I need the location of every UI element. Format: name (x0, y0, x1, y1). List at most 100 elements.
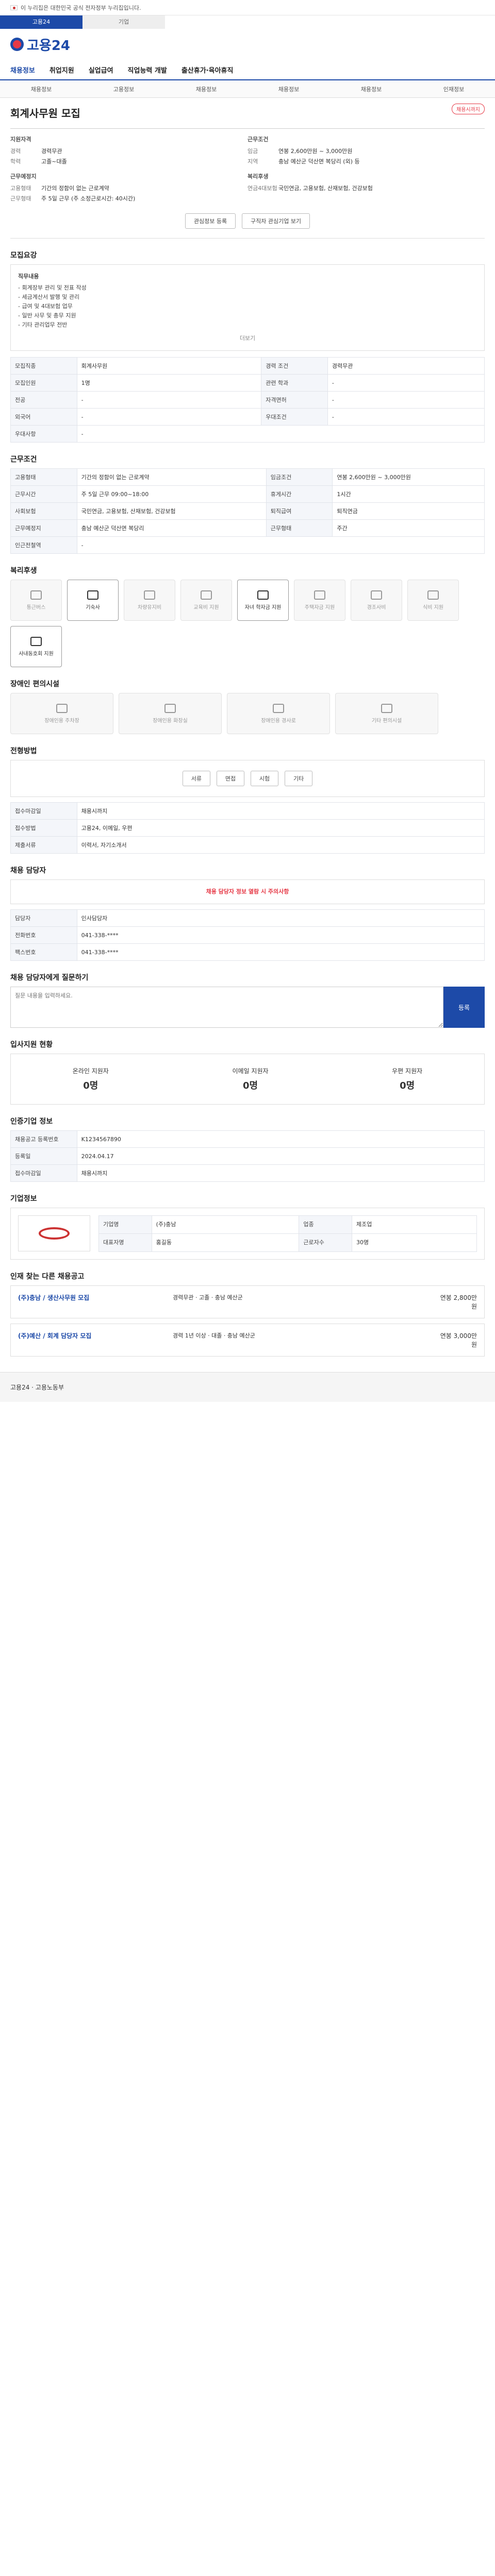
welfare-item: 경조사비 (351, 580, 402, 621)
table-value: (주)충남 (151, 1215, 300, 1234)
job-desc-line: - 일반 사무 및 총무 지원 (18, 312, 76, 319)
status-item: 우편 지원자 0명 (392, 1066, 422, 1092)
table-value: 채용시까지 (76, 802, 485, 820)
similar-job-cond: 경력 1년 이상 · 대졸 · 충남 예산군 (173, 1332, 255, 1339)
sub-nav-item[interactable]: 채용정보 (330, 85, 412, 93)
sub-nav-item[interactable]: 채용정보 (165, 85, 248, 93)
welfare-section: 복리후생 통근버스 기숙사 차량유지비 교육비 지원 자녀 학자금 지원 주택자… (10, 565, 485, 667)
question-section: 채용 담당자에게 질문하기 등록 (10, 972, 485, 1028)
summary-value: 경력무관 (41, 148, 62, 155)
table-value: 채용시까지 (76, 1164, 485, 1182)
summary-value: 주 5일 근무 (주 소정근로시간: 40시간) (41, 195, 136, 202)
user-tabs: 고용24 기업 (0, 15, 495, 29)
welfare-label: 교육비 지원 (193, 604, 219, 611)
similar-section: 인재 찾는 다른 채용공고 (주)충남 / 생산사무원 모집 경력무관 · 고졸… (10, 1271, 485, 1357)
table-value: 고용24, 이메일, 우편 (76, 819, 485, 837)
interest-company-button[interactable]: 구직자 관심기업 보기 (241, 213, 310, 229)
disabled-label: 기타 편의시설 (371, 718, 402, 724)
contact-section: 채용 담당자 채용 담당자 정보 열람 시 주의사항 담당자 인사담당자 전화번호… (10, 865, 485, 961)
status-count: 0명 (400, 1080, 415, 1091)
table-value: 인사담당자 (76, 909, 485, 927)
nav-item[interactable]: 출산휴가·육아휴직 (174, 65, 241, 75)
table-key: 기업명 (98, 1215, 152, 1234)
apply-method-button[interactable]: 기타 (284, 771, 313, 786)
tab-company[interactable]: 기업 (82, 15, 165, 29)
table-value: 2024.04.17 (76, 1147, 485, 1165)
similar-job-title[interactable]: (주)예산 / 회계 담당자 모집 (18, 1331, 173, 1349)
table-key: 대표자명 (98, 1233, 152, 1252)
table-value: 연봉 2,600만원 ~ 3,000만원 (332, 468, 485, 486)
job-desc-title: 직무내용 (18, 273, 39, 280)
summary-key: 연금4대보험 (248, 185, 277, 192)
meal-icon (427, 590, 439, 600)
summary-right: 근무조건 임금 연봉 2,600만원 ~ 3,000만원 지역 충남 예산군 덕산면… (248, 135, 485, 204)
disabled-label: 장애인용 경사로 (261, 718, 296, 724)
restroom-icon (164, 703, 176, 713)
apply-method-button[interactable]: 서류 (182, 771, 210, 786)
sub-nav-item[interactable]: 인재정보 (412, 85, 495, 93)
table-key: 우대조건 (261, 408, 328, 426)
summary-value: 기간의 정함이 없는 근로계약 (41, 185, 109, 192)
similar-job-card[interactable]: (주)예산 / 회계 담당자 모집 경력 1년 이상 · 대졸 · 충남 예산군… (10, 1324, 485, 1357)
summary-key: 학력 (10, 158, 21, 165)
question-submit-button[interactable]: 등록 (443, 987, 485, 1028)
info-table: 채용공고 등록번호 K1234567890 등록일 2024.04.17 접수마감일… (10, 1130, 485, 1182)
similar-job-title[interactable]: (주)충남 / 생산사무원 모집 (18, 1293, 173, 1311)
summary-key: 임금 (248, 148, 258, 155)
question-textarea[interactable] (10, 987, 443, 1028)
site-logo[interactable]: 고용24 (0, 29, 495, 60)
job-desc-line: - 기타 관리업무 전반 (18, 321, 68, 328)
table-key: 임금조건 (266, 468, 333, 486)
table-value: 041-338-**** (76, 943, 485, 961)
welfare-label: 자녀 학자금 지원 (244, 604, 282, 611)
apply-method-button[interactable]: 면접 (216, 771, 245, 786)
table-value: - (327, 391, 485, 409)
table-value: - (76, 425, 485, 443)
more-button[interactable]: 더보기 (18, 334, 477, 343)
nav-item[interactable]: 취업지원 (42, 65, 81, 75)
welfare-item: 차량유지비 (124, 580, 175, 621)
parking-icon (56, 703, 68, 713)
welfare-label: 기숙사 (86, 604, 100, 611)
welfare-item: 교육비 지원 (180, 580, 232, 621)
tab-personal[interactable]: 고용24 (0, 15, 82, 29)
main-nav: 채용정보 취업지원 실업급여 직업능력 개발 출산휴가·육아휴직 (0, 60, 495, 80)
nav-item[interactable]: 실업급여 (81, 65, 121, 75)
apply-method-button[interactable]: 시험 (250, 771, 279, 786)
similar-job-card[interactable]: (주)충남 / 생산사무원 모집 경력무관 · 고졸 · 충남 예산군 연봉 2… (10, 1285, 485, 1318)
table-value: - (76, 536, 485, 554)
table-key: 인근전철역 (10, 536, 77, 554)
table-value: - (327, 374, 485, 392)
like-button[interactable]: 관심정보 등록 (185, 213, 236, 229)
table-value: 041-338-**** (76, 926, 485, 944)
table-key: 근무형태 (266, 519, 333, 537)
table-key: 담당자 (10, 909, 77, 927)
nav-item[interactable]: 직업능력 개발 (121, 65, 174, 75)
info-section: 인증기업 정보 채용공고 등록번호 K1234567890 등록일 2024.04.… (10, 1116, 485, 1182)
table-value: - (76, 391, 262, 409)
welfare-item: 사내동호회 지원 (10, 626, 62, 667)
sub-nav-item[interactable]: 채용정보 (248, 85, 330, 93)
table-value: - (327, 408, 485, 426)
table-key: 자격면허 (261, 391, 328, 409)
apply-section: 전형방법 서류 면접 시험 기타 접수마감일 채용시까지 접수방법 고용24, 이메… (10, 745, 485, 854)
status-section: 입사지원 현황 온라인 지원자 0명 이메일 지원자 0명 우편 지원자 0명 (10, 1039, 485, 1105)
summary-value: 고졸~대졸 (41, 158, 67, 165)
table-key: 우대사항 (10, 425, 77, 443)
table-key: 제출서류 (10, 836, 77, 854)
summary-key: 근무형태 (10, 195, 31, 202)
company-section: 기업정보 기업명 (주)충남 업종 제조업 대표자명 홍길동 근로자수 30명 (10, 1193, 485, 1260)
nav-item[interactable]: 채용정보 (3, 65, 42, 75)
status-badge: 채용시까지 (452, 104, 485, 114)
table-key: 근무시간 (10, 485, 77, 503)
disabled-section: 장애인 편의시설 장애인용 주차장 장애인용 화장실 장애인용 경사로 기타 편… (10, 679, 485, 734)
table-key: 사회보험 (10, 502, 77, 520)
table-value: 홍길동 (151, 1233, 300, 1252)
sub-nav-item[interactable]: 고용정보 (82, 85, 165, 93)
conditions-table: 고용형태 기간의 정함이 없는 근로계약 임금조건 연봉 2,600만원 ~ 3,00… (10, 468, 485, 554)
welfare-label: 주택자금 지원 (304, 604, 335, 611)
section-title: 장애인 편의시설 (10, 680, 60, 688)
table-key: 접수마감일 (10, 1164, 77, 1182)
table-key: 등록일 (10, 1147, 77, 1165)
sub-nav-item[interactable]: 채용정보 (0, 85, 82, 93)
